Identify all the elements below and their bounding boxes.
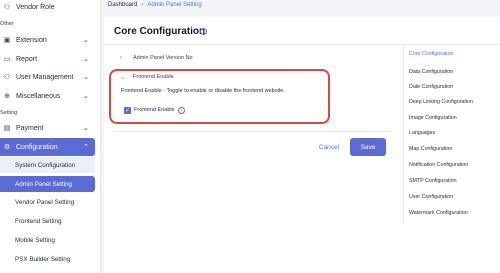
right-nav-core-configuration[interactable]: Core Configuration [409,51,453,57]
sidebar-item-label: Miscellaneous [16,92,61,100]
sidebar-subitem-mobile-setting[interactable]: Mobile Setting [0,232,95,248]
cancel-button[interactable]: Cancel [312,138,346,156]
accordion-admin-panel-version[interactable]: › Admin Panel Version No [104,48,394,68]
sidebar-section-other: Other [0,21,14,27]
card-icon: ▤ [3,125,11,132]
sidebar-item-label: Extension [16,36,47,44]
sidebar-subitem-vendor-panel-setting[interactable]: Vendor Panel Setting [0,194,95,210]
page-title: Core Configuration [114,26,206,37]
sidebar-subitem-label: Mobile Setting [15,236,55,244]
right-nav-map-configuration[interactable]: Map Configuration [409,146,452,152]
chevron-down-icon: ⌄ [83,37,89,44]
extension-icon: ▣ [3,37,11,44]
chevron-down-icon: ⌄ [83,74,89,81]
sidebar-item-extension[interactable]: ▣ Extension ⌄ [0,31,100,49]
info-icon[interactable]: i [200,28,207,35]
sidebar-subitem-label: Frontend Setting [15,217,62,225]
sidebar-item-payment[interactable]: ▤ Payment ⌄ [0,119,100,137]
chevron-right-icon: › [141,2,144,8]
right-nav-user-configuration[interactable]: User Configuration [409,194,453,200]
frontend-enable-checkbox[interactable]: ✓ [124,107,131,114]
frontend-enable-description: Frontend Enable - Toggle to enable or di… [121,88,285,94]
sidebar-item-miscellaneous[interactable]: ⊕ Miscellaneous ⌄ [0,87,100,105]
sidebar: ⚇ Vendor Role Other ▣ Extension ⌄ ▭ Repo… [0,0,101,273]
right-nav-date-configuration[interactable]: Date Configuration [409,84,453,90]
highlight-box [109,69,330,124]
sidebar-item-label: Vendor Role [16,3,55,11]
info-icon[interactable]: i [178,107,185,114]
chevron-up-icon: ⌃ [83,144,89,151]
sidebar-subitem-label: Vendor Panel Setting [15,198,75,206]
right-nav-divider [403,44,404,224]
plus-circle-icon: ⊕ [4,93,10,100]
save-button[interactable]: Save [350,138,386,156]
sidebar-item-configuration[interactable]: ⚙ Configuration ⌃ [0,138,95,156]
accordion-label: Admin Panel Version No [133,55,193,61]
sidebar-item-label: User Management [16,73,74,81]
right-nav-deep-linking-configuration[interactable]: Deep Linking Configuration [409,99,473,105]
sidebar-item-user-management[interactable]: ⚇ User Management ⌄ [0,68,100,86]
sidebar-subitem-label: PSX Builder Setting [15,255,71,263]
chevron-right-icon: › [120,55,122,61]
sidebar-item-label: Payment [16,124,44,132]
sidebar-item-label: Configuration [16,143,58,151]
users-icon: ⚇ [3,4,11,11]
breadcrumb-dashboard-link[interactable]: Dashboard [108,2,137,8]
gear-icon: ⚙ [3,144,11,151]
sidebar-subitem-label: Admin Panel Setting [15,180,73,188]
card-header: Core Configuration i [104,17,500,45]
sidebar-item-report[interactable]: ▭ Report ⌄ [0,50,100,68]
right-nav-languages[interactable]: Languages [409,130,435,136]
sidebar-section-setting: Setting [0,110,18,116]
right-nav-image-configuration[interactable]: Image Configuration [409,115,457,121]
chevron-down-icon: ⌄ [83,56,89,63]
breadcrumb-current: Admin Panel Setting [147,2,202,8]
chevron-down-icon: ⌄ [83,93,89,100]
sidebar-subitem-system-configuration[interactable]: System Configuration [0,157,95,173]
frontend-enable-checkbox-label[interactable]: Frontend Enable [134,107,175,113]
right-nav-watermark-configuration[interactable]: Watermark Configuration [409,210,468,216]
breadcrumb: Dashboard › Admin Panel Setting [108,2,202,8]
right-nav-data-configuration[interactable]: Data Configuration [409,69,453,75]
sidebar-item-vendor-role[interactable]: ⚇ Vendor Role [0,0,100,16]
sidebar-subitem-psx-builder-setting[interactable]: PSX Builder Setting [0,251,95,267]
users-icon: ⚇ [3,74,11,81]
sidebar-subitem-label: System Configuration [15,161,76,169]
right-nav-smtp-configuration[interactable]: SMTP Configuration [409,178,457,184]
divider [114,131,393,132]
sidebar-subitem-frontend-setting[interactable]: Frontend Setting [0,213,95,229]
right-nav-notification-configuration[interactable]: Notification Configuration [409,162,468,168]
sidebar-subitem-admin-panel-setting[interactable]: Admin Panel Setting [0,176,95,192]
chevron-down-icon: ⌄ [83,125,89,132]
sidebar-item-label: Report [16,55,38,63]
file-icon: ▭ [3,56,11,63]
